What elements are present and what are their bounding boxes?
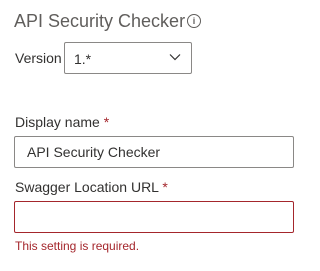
display-name-field[interactable] [14,136,294,168]
swagger-url-label: Swagger Location URL * [15,178,168,196]
required-asterisk: * [162,179,168,195]
version-dropdown[interactable]: 1.* [64,42,192,74]
info-icon[interactable]: i [187,14,201,28]
display-name-label: Display name * [15,113,109,131]
display-name-label-text: Display name [15,114,100,130]
required-asterisk: * [103,114,110,130]
task-title: API Security Checker [14,11,186,31]
swagger-url-field[interactable] [14,201,294,233]
swagger-url-error: This setting is required. [15,239,140,253]
chevron-down-icon [169,54,181,61]
swagger-url-label-text: Swagger Location URL [15,179,159,195]
version-label: Version [15,50,62,66]
version-value: 1.* [74,51,92,67]
